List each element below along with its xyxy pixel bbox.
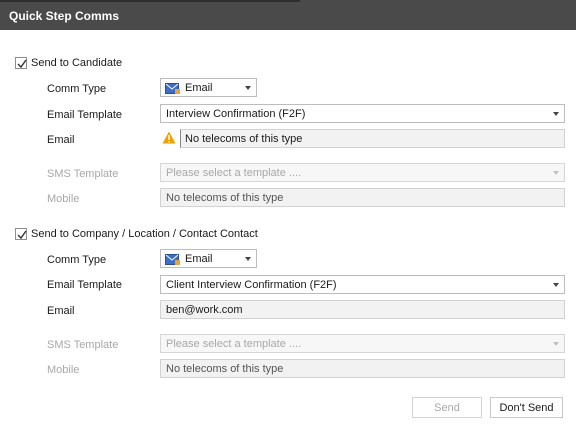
company-comm-type-select[interactable]: Email <box>160 249 257 268</box>
email-icon <box>165 83 180 94</box>
candidate-email-value: No telecoms of this type <box>185 133 303 145</box>
candidate-email-label: Email <box>47 134 75 146</box>
email-icon <box>165 254 180 265</box>
company-mobile-label: Mobile <box>47 364 80 376</box>
candidate-sms-template-placeholder: Please select a template .... <box>166 167 302 179</box>
candidate-mobile-label: Mobile <box>47 193 80 205</box>
company-email-field[interactable]: ben@work.com <box>160 300 565 319</box>
company-comm-type-value: Email <box>185 253 213 265</box>
candidate-comm-type-value: Email <box>185 82 213 94</box>
company-mobile-value: No telecoms of this type <box>166 363 284 375</box>
chevron-down-icon <box>245 257 251 261</box>
company-sms-template-label: SMS Template <box>47 339 119 351</box>
warning-icon <box>162 131 176 144</box>
chevron-down-icon <box>553 171 559 175</box>
chevron-down-icon <box>245 86 251 90</box>
company-mobile-field[interactable]: No telecoms of this type <box>160 359 565 378</box>
candidate-comm-type-label: Comm Type <box>47 83 107 95</box>
chevron-down-icon <box>553 283 559 287</box>
send-to-candidate-label[interactable]: Send to Candidate <box>31 57 122 69</box>
title-bar-edge <box>0 0 300 2</box>
checkmark-icon <box>17 230 27 240</box>
chevron-down-icon <box>553 112 559 116</box>
company-email-template-label: Email Template <box>47 279 122 291</box>
candidate-email-template-label: Email Template <box>47 109 122 121</box>
send-to-candidate-checkbox[interactable] <box>15 57 27 69</box>
candidate-mobile-field[interactable]: No telecoms of this type <box>160 188 565 207</box>
company-sms-template-select[interactable]: Please select a template .... <box>160 334 565 353</box>
company-email-template-value: Client Interview Confirmation (F2F) <box>166 279 337 291</box>
window-title-bar: Quick Step Comms <box>0 0 576 30</box>
window-title: Quick Step Comms <box>9 9 120 23</box>
candidate-sms-template-label: SMS Template <box>47 168 119 180</box>
company-email-value: ben@work.com <box>166 304 243 316</box>
send-button[interactable]: Send <box>412 397 482 418</box>
send-to-company-label[interactable]: Send to Company / Location / Contact Con… <box>31 228 258 240</box>
candidate-comm-type-select[interactable]: Email <box>160 78 257 97</box>
checkmark-icon <box>17 59 27 69</box>
candidate-email-field[interactable]: No telecoms of this type <box>180 129 565 148</box>
send-to-company-checkbox[interactable] <box>15 228 27 240</box>
dont-send-button[interactable]: Don't Send <box>490 397 563 418</box>
company-email-label: Email <box>47 305 75 317</box>
company-email-template-select[interactable]: Client Interview Confirmation (F2F) <box>160 275 565 294</box>
candidate-mobile-value: No telecoms of this type <box>166 192 284 204</box>
candidate-email-template-select[interactable]: Interview Confirmation (F2F) <box>160 104 565 123</box>
candidate-email-template-value: Interview Confirmation (F2F) <box>166 108 306 120</box>
dialog-panel: Send to Candidate Comm Type Email Email … <box>0 30 576 431</box>
company-sms-template-placeholder: Please select a template .... <box>166 338 302 350</box>
chevron-down-icon <box>553 342 559 346</box>
candidate-sms-template-select[interactable]: Please select a template .... <box>160 163 565 182</box>
company-comm-type-label: Comm Type <box>47 254 107 266</box>
